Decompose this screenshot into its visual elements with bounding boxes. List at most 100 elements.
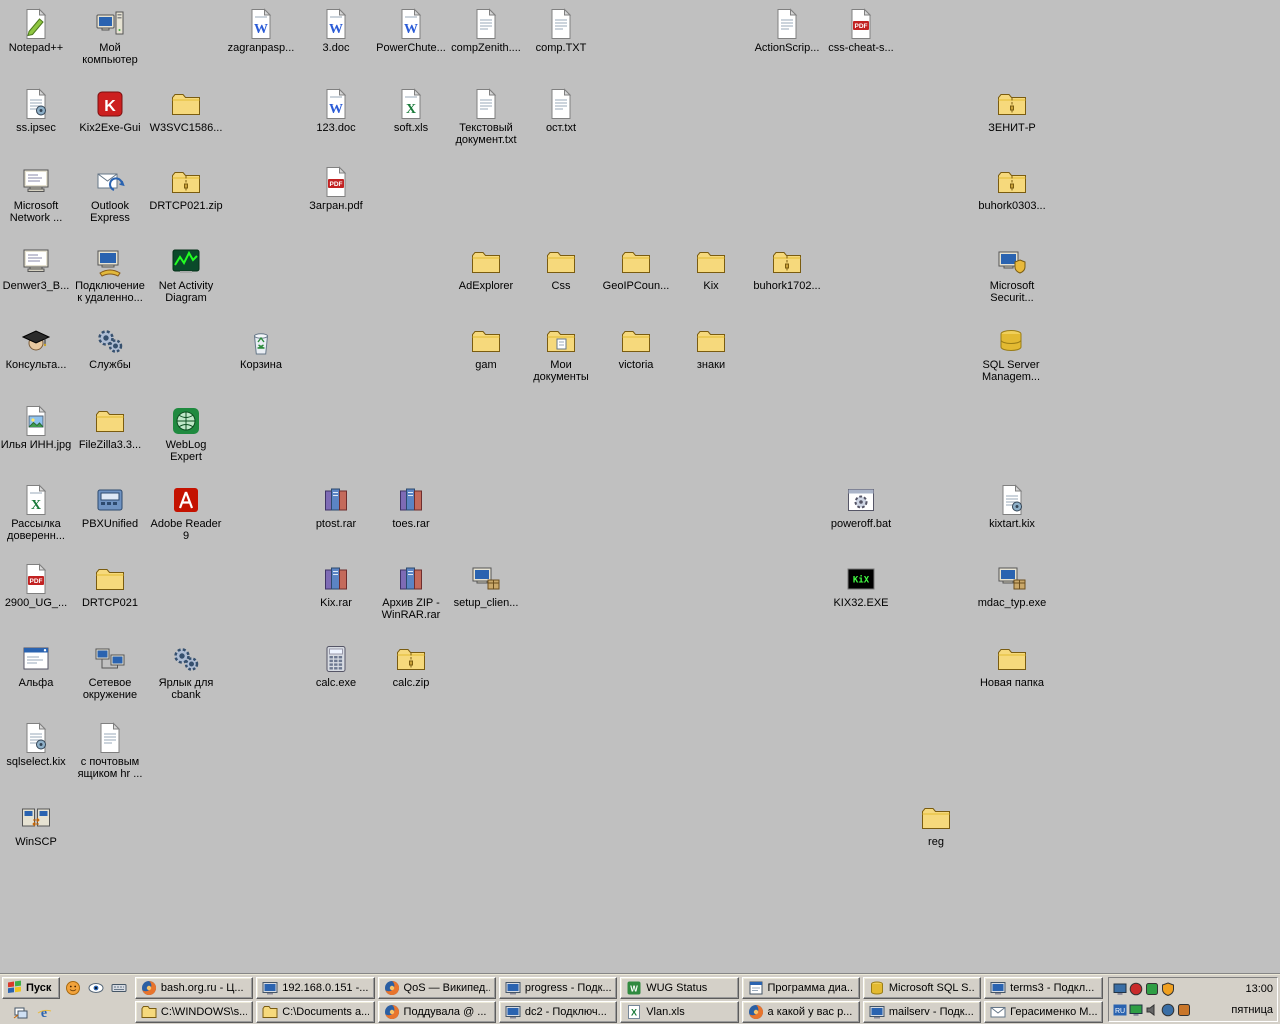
taskbar-button[interactable]: QoS — Википед... (377, 977, 496, 999)
tray-shield-icon[interactable] (1161, 982, 1175, 996)
desktop-icon[interactable]: Ярлык для cbank (150, 643, 222, 701)
taskbar-button[interactable]: X Vlan.xls (620, 1001, 739, 1023)
desktop-icon[interactable]: buhork1702... (751, 246, 823, 292)
show-desktop-icon[interactable] (11, 1002, 31, 1022)
taskbar-button[interactable]: W WUG Status (620, 977, 739, 999)
desktop-icon[interactable]: ss.ipsec (0, 88, 72, 134)
taskbar-button[interactable]: dc2 - Подключ... (498, 1001, 618, 1023)
clock-time[interactable]: 13:00 (1223, 983, 1273, 995)
desktop-icon[interactable]: Outlook Express (74, 166, 146, 224)
desktop-icon[interactable]: Net Activity Diagram (150, 246, 222, 304)
tray-update-icon[interactable] (1161, 1003, 1175, 1017)
desktop-icon[interactable]: K Kix2Exe-Gui (74, 88, 146, 134)
desktop-icon[interactable]: Xsoft.xls (375, 88, 447, 134)
smiley-app-icon[interactable] (63, 978, 83, 998)
desktop-icon[interactable]: reg (900, 802, 972, 848)
desktop-icon[interactable]: Css (525, 246, 597, 292)
eye-app-icon[interactable] (86, 978, 106, 998)
start-button[interactable]: Пуск (2, 977, 61, 999)
desktop-icon[interactable]: WebLog Expert (150, 405, 222, 463)
desktop-icon[interactable]: Kix.rar (300, 563, 372, 609)
desktop-icon[interactable]: KiX KIX32.EXE (825, 563, 897, 609)
tray-network-icon[interactable] (1113, 982, 1127, 996)
taskbar-button[interactable]: Поддувала @ ... (377, 1001, 496, 1023)
desktop-icon[interactable]: sqlselect.kix (0, 722, 72, 768)
desktop-icon[interactable]: comp.TXT (525, 8, 597, 54)
desktop-icon[interactable]: W 3.doc (300, 8, 372, 54)
taskbar-button[interactable]: progress - Подк... (498, 977, 618, 999)
desktop-icon[interactable]: Новая папка (976, 643, 1048, 689)
desktop-icon[interactable]: ptost.rar (300, 484, 372, 530)
desktop-icon[interactable]: W3SVC1586... (150, 88, 222, 134)
desktop-icon[interactable]: Илья ИНН.jpg (0, 405, 72, 451)
taskbar-button[interactable]: а какой у вас р... (741, 1001, 860, 1023)
desktop-icon[interactable]: Adobe Reader 9 (150, 484, 222, 542)
desktop-icon[interactable]: знаки (675, 325, 747, 371)
taskbar-button[interactable]: bash.org.ru - Ц... (134, 977, 254, 999)
desktop-icon[interactable]: X Рассылка доверенн... (0, 484, 72, 542)
desktop-icon[interactable]: ЗЕНИТ-Р (976, 88, 1048, 134)
keyboard-app-icon[interactable] (109, 978, 129, 998)
desktop-icon[interactable]: PDF Загран.pdf (300, 166, 372, 212)
desktop-icon[interactable]: poweroff.bat (825, 484, 897, 530)
desktop-icon[interactable]: Текстовый документ.txt (450, 88, 522, 146)
desktop-icon[interactable]: buhork0303... (976, 166, 1048, 212)
desktop-icon[interactable]: PDF css-cheat-s... (825, 8, 897, 54)
desktop-icon[interactable]: Сетевое окружение (74, 643, 146, 701)
desktop-icon-label: W3SVC1586... (149, 122, 223, 134)
taskbar-button[interactable]: terms3 - Подкл... (984, 977, 1103, 999)
taskbar-button[interactable]: 192.168.0.151 -... (256, 977, 375, 999)
tray-status-icon[interactable] (1145, 982, 1159, 996)
taskbar-button[interactable]: C:\Documents a... (256, 1001, 375, 1023)
desktop-icon[interactable]: WinSCP (0, 802, 72, 848)
desktop-icon[interactable]: Консульта... (0, 325, 72, 371)
desktop-icon[interactable]: Службы (74, 325, 146, 371)
desktop-icon[interactable]: SQL Server Managem... (975, 325, 1047, 383)
desktop-icon[interactable]: Мои документы (525, 325, 597, 383)
desktop-icon[interactable]: Microsoft Network ... (0, 166, 72, 224)
desktop-icon[interactable]: PBXUnified (74, 484, 146, 530)
desktop-icon[interactable]: Denwer3_B... (0, 246, 72, 292)
desktop-icon[interactable]: victoria (600, 325, 672, 371)
internet-explorer-icon[interactable]: e (34, 1002, 54, 1022)
desktop-icon[interactable]: setup_clien... (450, 563, 522, 609)
taskbar-button[interactable]: Герасименко М... (984, 1001, 1103, 1023)
desktop-icon[interactable]: kixtart.kix (976, 484, 1048, 530)
desktop-icon[interactable]: gam (450, 325, 522, 371)
taskbar-button[interactable]: Microsoft SQL S... (862, 977, 982, 999)
desktop-icon[interactable]: DRTCP021 (74, 563, 146, 609)
desktop-icon[interactable]: W PowerChute... (375, 8, 447, 54)
tray-language-icon[interactable]: RU (1113, 1003, 1127, 1017)
taskbar-button[interactable]: Программа диа... (741, 977, 860, 999)
desktop-icon[interactable]: Kix (675, 246, 747, 292)
tray-volume-icon[interactable] (1145, 1003, 1159, 1017)
desktop-icon[interactable]: W 123.doc (300, 88, 372, 134)
desktop-icon[interactable]: Мой компьютер (74, 8, 146, 66)
desktop-icon[interactable]: Wzagranpasp... (225, 8, 297, 54)
desktop-icon[interactable]: PDF 2900_UG_... (0, 563, 72, 609)
desktop-icon[interactable]: Альфа (0, 643, 72, 689)
desktop-icon[interactable]: Notepad++ (0, 8, 72, 54)
taskbar-button[interactable]: mailserv - Подк... (862, 1001, 982, 1023)
taskbar-button[interactable]: C:\WINDOWS\s... (134, 1001, 254, 1023)
desktop-icon[interactable]: Архив ZIP - WinRAR.rar (375, 563, 447, 621)
desktop-icon[interactable]: toes.rar (375, 484, 447, 530)
desktop-icon[interactable]: Microsoft Securit... (976, 246, 1048, 304)
desktop-icon[interactable]: compZenith.... (450, 8, 522, 54)
desktop-icon[interactable]: ост.txt (525, 88, 597, 134)
desktop-icon[interactable]: Корзина (225, 325, 297, 371)
tray-antivirus-icon[interactable] (1129, 982, 1143, 996)
desktop-icon[interactable]: ActionScrip... (751, 8, 823, 54)
desktop-icon[interactable]: Подключение к удаленно... (74, 246, 146, 304)
desktop-icon[interactable]: FileZilla3.3... (74, 405, 146, 451)
tray-monitor-icon[interactable] (1129, 1003, 1143, 1017)
desktop-icon[interactable]: с почтовым ящиком hr ... (74, 722, 146, 780)
desktop-icon[interactable]: GeoIPCoun... (600, 246, 672, 292)
desktop-icon[interactable]: DRTCP021.zip (149, 166, 223, 212)
desktop-icon[interactable]: calc.zip (375, 643, 447, 689)
tray-app-icon[interactable] (1177, 1003, 1191, 1017)
desktop-icon[interactable]: mdac_typ.exe (976, 563, 1048, 609)
desktop-icon[interactable]: calc.exe (300, 643, 372, 689)
desktop-icon[interactable]: AdExplorer (450, 246, 522, 292)
outlook-icon (94, 166, 126, 198)
